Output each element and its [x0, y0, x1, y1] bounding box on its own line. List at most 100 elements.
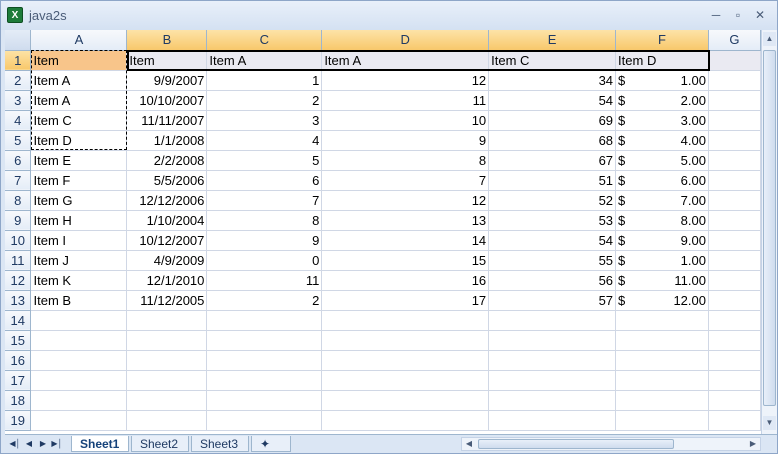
cell[interactable]: $1.00 — [615, 250, 709, 271]
cell[interactable] — [708, 170, 761, 191]
row-header[interactable]: 5 — [5, 130, 32, 151]
row-header[interactable]: 16 — [5, 350, 32, 371]
cell[interactable]: Item D — [30, 130, 128, 151]
cell[interactable]: 12/1/2010 — [126, 270, 208, 291]
cell[interactable]: $3.00 — [615, 110, 709, 131]
cell[interactable]: $11.00 — [615, 270, 709, 291]
row-header[interactable]: 4 — [5, 110, 32, 131]
cell[interactable]: 53 — [488, 210, 617, 231]
insert-sheet-icon[interactable]: ✦ — [251, 436, 291, 452]
cell[interactable]: 13 — [321, 210, 490, 231]
cell[interactable] — [708, 390, 761, 411]
cell[interactable]: Item — [30, 50, 128, 71]
cell[interactable] — [708, 190, 761, 211]
cell[interactable]: Item C — [488, 50, 617, 71]
cell[interactable]: 69 — [488, 110, 617, 131]
cell[interactable]: Item G — [30, 190, 128, 211]
cell[interactable]: 4 — [206, 130, 323, 151]
row-header[interactable]: 6 — [5, 150, 32, 171]
restore-icon[interactable]: ▫ — [729, 7, 747, 23]
row-header[interactable]: 7 — [5, 170, 32, 191]
column-header-e[interactable]: E — [488, 30, 617, 51]
column-header-b[interactable]: B — [126, 30, 208, 51]
cell[interactable]: Item A — [30, 90, 128, 111]
cell[interactable]: 2 — [206, 90, 323, 111]
cell[interactable] — [615, 390, 709, 411]
select-all-corner[interactable] — [5, 30, 32, 51]
cell[interactable]: Item J — [30, 250, 128, 271]
row-header[interactable]: 12 — [5, 270, 32, 291]
cell[interactable] — [708, 350, 761, 371]
cell[interactable] — [708, 370, 761, 391]
cell[interactable]: Item A — [30, 70, 128, 91]
cell[interactable]: 11 — [321, 90, 490, 111]
row-header[interactable]: 11 — [5, 250, 32, 271]
cell[interactable]: Item H — [30, 210, 128, 231]
cell[interactable] — [321, 370, 490, 391]
cell[interactable]: 8 — [321, 150, 490, 171]
scroll-down-icon[interactable]: ▼ — [763, 416, 776, 430]
cell[interactable] — [708, 410, 761, 431]
worksheet-grid[interactable]: ABCDEFG 1 Item Item Item A Item A Item C Item … — [5, 30, 761, 434]
cell[interactable] — [708, 310, 761, 331]
cell[interactable] — [708, 230, 761, 251]
cell[interactable]: $6.00 — [615, 170, 709, 191]
cell[interactable]: 54 — [488, 90, 617, 111]
cell[interactable]: 2 — [206, 290, 323, 311]
cell[interactable]: $1.00 — [615, 70, 709, 91]
cell[interactable]: 9/9/2007 — [126, 70, 208, 91]
horizontal-scrollbar[interactable]: ◀ ▶ — [461, 437, 761, 451]
column-header-g[interactable]: G — [708, 30, 761, 51]
cell[interactable] — [708, 70, 761, 91]
cell[interactable] — [126, 390, 208, 411]
cell[interactable]: 7 — [321, 170, 490, 191]
cell[interactable] — [708, 50, 761, 71]
cell[interactable] — [488, 410, 617, 431]
cell[interactable]: 54 — [488, 230, 617, 251]
first-sheet-icon[interactable]: ◀│ — [9, 437, 21, 451]
cell[interactable]: $5.00 — [615, 150, 709, 171]
cell[interactable] — [488, 390, 617, 411]
cell[interactable] — [126, 350, 208, 371]
cell[interactable]: 5/5/2006 — [126, 170, 208, 191]
scroll-left-icon[interactable]: ◀ — [463, 438, 475, 450]
row-header[interactable]: 8 — [5, 190, 32, 211]
cell[interactable]: 10/10/2007 — [126, 90, 208, 111]
cell[interactable]: 9 — [321, 130, 490, 151]
cell[interactable]: Item E — [30, 150, 128, 171]
minimize-icon[interactable]: ─ — [707, 7, 725, 23]
cell[interactable]: 4/9/2009 — [126, 250, 208, 271]
vertical-scrollbar[interactable]: ▲ ▼ — [761, 30, 777, 434]
column-header-d[interactable]: D — [321, 30, 490, 51]
excel-app-icon[interactable]: X — [7, 7, 23, 23]
cell[interactable]: 11/11/2007 — [126, 110, 208, 131]
cell[interactable]: Item — [126, 50, 208, 71]
cell[interactable] — [206, 330, 323, 351]
cell[interactable] — [708, 150, 761, 171]
cell[interactable]: 7 — [206, 190, 323, 211]
cell[interactable] — [615, 350, 709, 371]
cell[interactable] — [126, 410, 208, 431]
cell[interactable]: 8 — [206, 210, 323, 231]
cell[interactable] — [488, 350, 617, 371]
cell[interactable]: 52 — [488, 190, 617, 211]
cell[interactable] — [30, 350, 128, 371]
cell[interactable] — [321, 330, 490, 351]
cell[interactable] — [30, 390, 128, 411]
cell[interactable] — [708, 130, 761, 151]
vertical-scroll-thumb[interactable] — [763, 50, 776, 406]
cell[interactable]: 12/12/2006 — [126, 190, 208, 211]
row-header[interactable]: 9 — [5, 210, 32, 231]
cell[interactable] — [708, 250, 761, 271]
cell[interactable] — [206, 410, 323, 431]
cell[interactable] — [30, 410, 128, 431]
cell[interactable]: $12.00 — [615, 290, 709, 311]
cell[interactable] — [126, 310, 208, 331]
row-header[interactable]: 19 — [5, 410, 32, 431]
cell[interactable]: Item B — [30, 290, 128, 311]
cell[interactable] — [708, 90, 761, 111]
cell[interactable]: 55 — [488, 250, 617, 271]
prev-sheet-icon[interactable]: ◀ — [23, 437, 35, 451]
tab-sheet3[interactable]: Sheet3 — [191, 436, 249, 452]
cell[interactable] — [708, 270, 761, 291]
